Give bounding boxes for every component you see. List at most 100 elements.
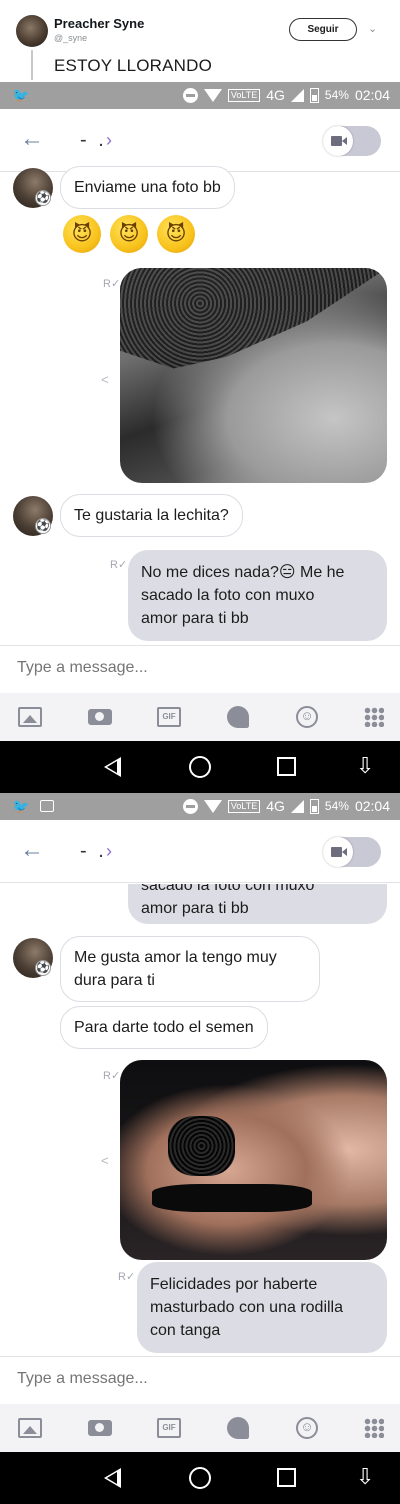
twitter-icon: 🐦 [12,798,30,814]
share-icon[interactable]: < [101,1153,109,1168]
signal-icon [290,799,304,813]
message-line: sacado la foto con muxo [141,587,315,604]
incoming-message: Me gusta amor la tengo muy dura para ti [60,936,320,1002]
sticker-icon[interactable] [227,706,249,728]
volte-badge: VoLTE [227,88,261,102]
read-receipt-icon: R✓ [103,278,121,290]
emoji-icon[interactable]: ☺ [296,1417,318,1439]
message-line: Felicidades por haberte [150,1276,318,1293]
photo-content [120,268,387,369]
read-receipt-icon: R✓ [118,1271,136,1283]
soccer-ball-icon: ⚽ [35,190,51,206]
message-line: masturbado con una rodilla [150,1299,344,1316]
video-camera-icon [331,847,347,857]
status-bar: 🐦 VoLTE 4G 54% 02:04 [0,82,400,109]
nav-recents-icon[interactable] [277,1468,296,1487]
toggle-knob [323,837,353,867]
tweet-header: Preacher Syne @_syne Seguir ⌄ ESTOY LLOR… [0,0,400,82]
message-line: con tanga [150,1322,221,1339]
signal-icon [290,88,304,102]
image-icon[interactable] [18,1418,42,1438]
photo-content [152,1184,313,1212]
composer-toolbar: GIF ☺ [0,693,400,741]
message-line: amor para ti bb [141,610,249,627]
incoming-message: Para darte todo el semen [60,1006,268,1049]
sent-photo[interactable] [120,1060,387,1260]
read-receipt-icon: R✓ [103,1070,121,1082]
tweet-text: ESTOY LLORANDO [54,56,213,75]
nav-recents-icon[interactable] [277,757,296,776]
chevron-down-icon[interactable]: ⌄ [368,22,377,35]
contact-name[interactable]: - . [80,840,107,863]
composer-toolbar: GIF ☺ [0,1404,400,1452]
contact-name[interactable]: - . [80,129,107,152]
nav-home-icon[interactable] [189,756,211,778]
gif-icon[interactable]: GIF [157,1418,181,1438]
composer [0,1356,400,1404]
message-line: No me dices nada?😑 Me he [141,564,345,581]
soccer-ball-icon: ⚽ [35,518,51,534]
composer [0,645,400,693]
tweet-handle[interactable]: @_syne [54,33,87,43]
smiling-devil-emoji: 😈 [110,215,148,253]
apps-grid-icon[interactable] [364,1418,384,1438]
nav-home-icon[interactable] [189,1467,211,1489]
clock: 02:04 [354,87,390,103]
message-input[interactable] [17,659,224,677]
sent-photo[interactable] [120,268,387,483]
camera-icon[interactable] [88,709,112,725]
photo-content [168,1116,235,1176]
video-camera-icon [331,136,347,146]
thread-line [31,50,33,80]
nav-collapse-icon[interactable]: ⇩ [356,755,374,777]
tweet-user-name[interactable]: Preacher Syne [54,16,144,31]
chevron-right-icon[interactable]: › [106,130,112,151]
video-call-toggle[interactable] [323,126,381,156]
contact-avatar[interactable]: ⚽ [13,938,53,978]
battery-percent: 54% [324,88,349,102]
wifi-icon [203,799,222,813]
nav-back-icon[interactable] [104,1468,121,1488]
android-nav-bar: ⇩ [0,741,400,793]
contact-avatar[interactable]: ⚽ [13,168,53,208]
clock: 02:04 [354,798,390,814]
sticker-icon[interactable] [227,1417,249,1439]
do-not-disturb-icon [182,87,198,103]
image-icon[interactable] [18,707,42,727]
volte-badge: VoLTE [227,799,261,813]
status-bar: 🐦 VoLTE 4G 54% 02:04 [0,793,400,820]
emoji-icon[interactable]: ☺ [296,706,318,728]
chat-header: ← - . › [0,109,400,172]
tweet-avatar[interactable] [16,15,48,47]
outgoing-message: No me dices nada?😑 Me he sacado la foto … [128,550,387,641]
soccer-ball-icon: ⚽ [35,960,51,976]
gif-icon[interactable]: GIF [157,707,181,727]
message-line: dura para ti [74,972,155,989]
twitter-icon: 🐦 [12,87,30,103]
toggle-knob [323,126,353,156]
network-type: 4G [266,87,285,103]
contact-avatar[interactable]: ⚽ [13,496,53,536]
message-line: Me gusta amor la tengo muy [74,949,277,966]
back-arrow-icon[interactable]: ← [20,836,44,864]
image-notification-icon [40,800,54,812]
nav-collapse-icon[interactable]: ⇩ [356,1466,374,1488]
smiling-devil-emoji: 😈 [157,215,195,253]
chat-header: ← - . › [0,820,400,883]
do-not-disturb-icon [182,798,198,814]
chevron-right-icon[interactable]: › [106,841,112,862]
message-input[interactable] [17,1370,224,1388]
video-call-toggle[interactable] [323,837,381,867]
camera-icon[interactable] [88,1420,112,1436]
apps-grid-icon[interactable] [364,707,384,727]
network-type: 4G [266,798,285,814]
android-nav-bar: ⇩ [0,1452,400,1504]
battery-percent: 54% [324,799,349,813]
incoming-message: Te gustaria la lechita? [60,494,243,537]
smiling-devil-emoji: 😈 [63,215,101,253]
back-arrow-icon[interactable]: ← [20,125,44,153]
battery-icon [309,87,319,103]
nav-back-icon[interactable] [104,757,121,777]
share-icon[interactable]: < [101,372,109,387]
follow-button[interactable]: Seguir [289,18,357,41]
